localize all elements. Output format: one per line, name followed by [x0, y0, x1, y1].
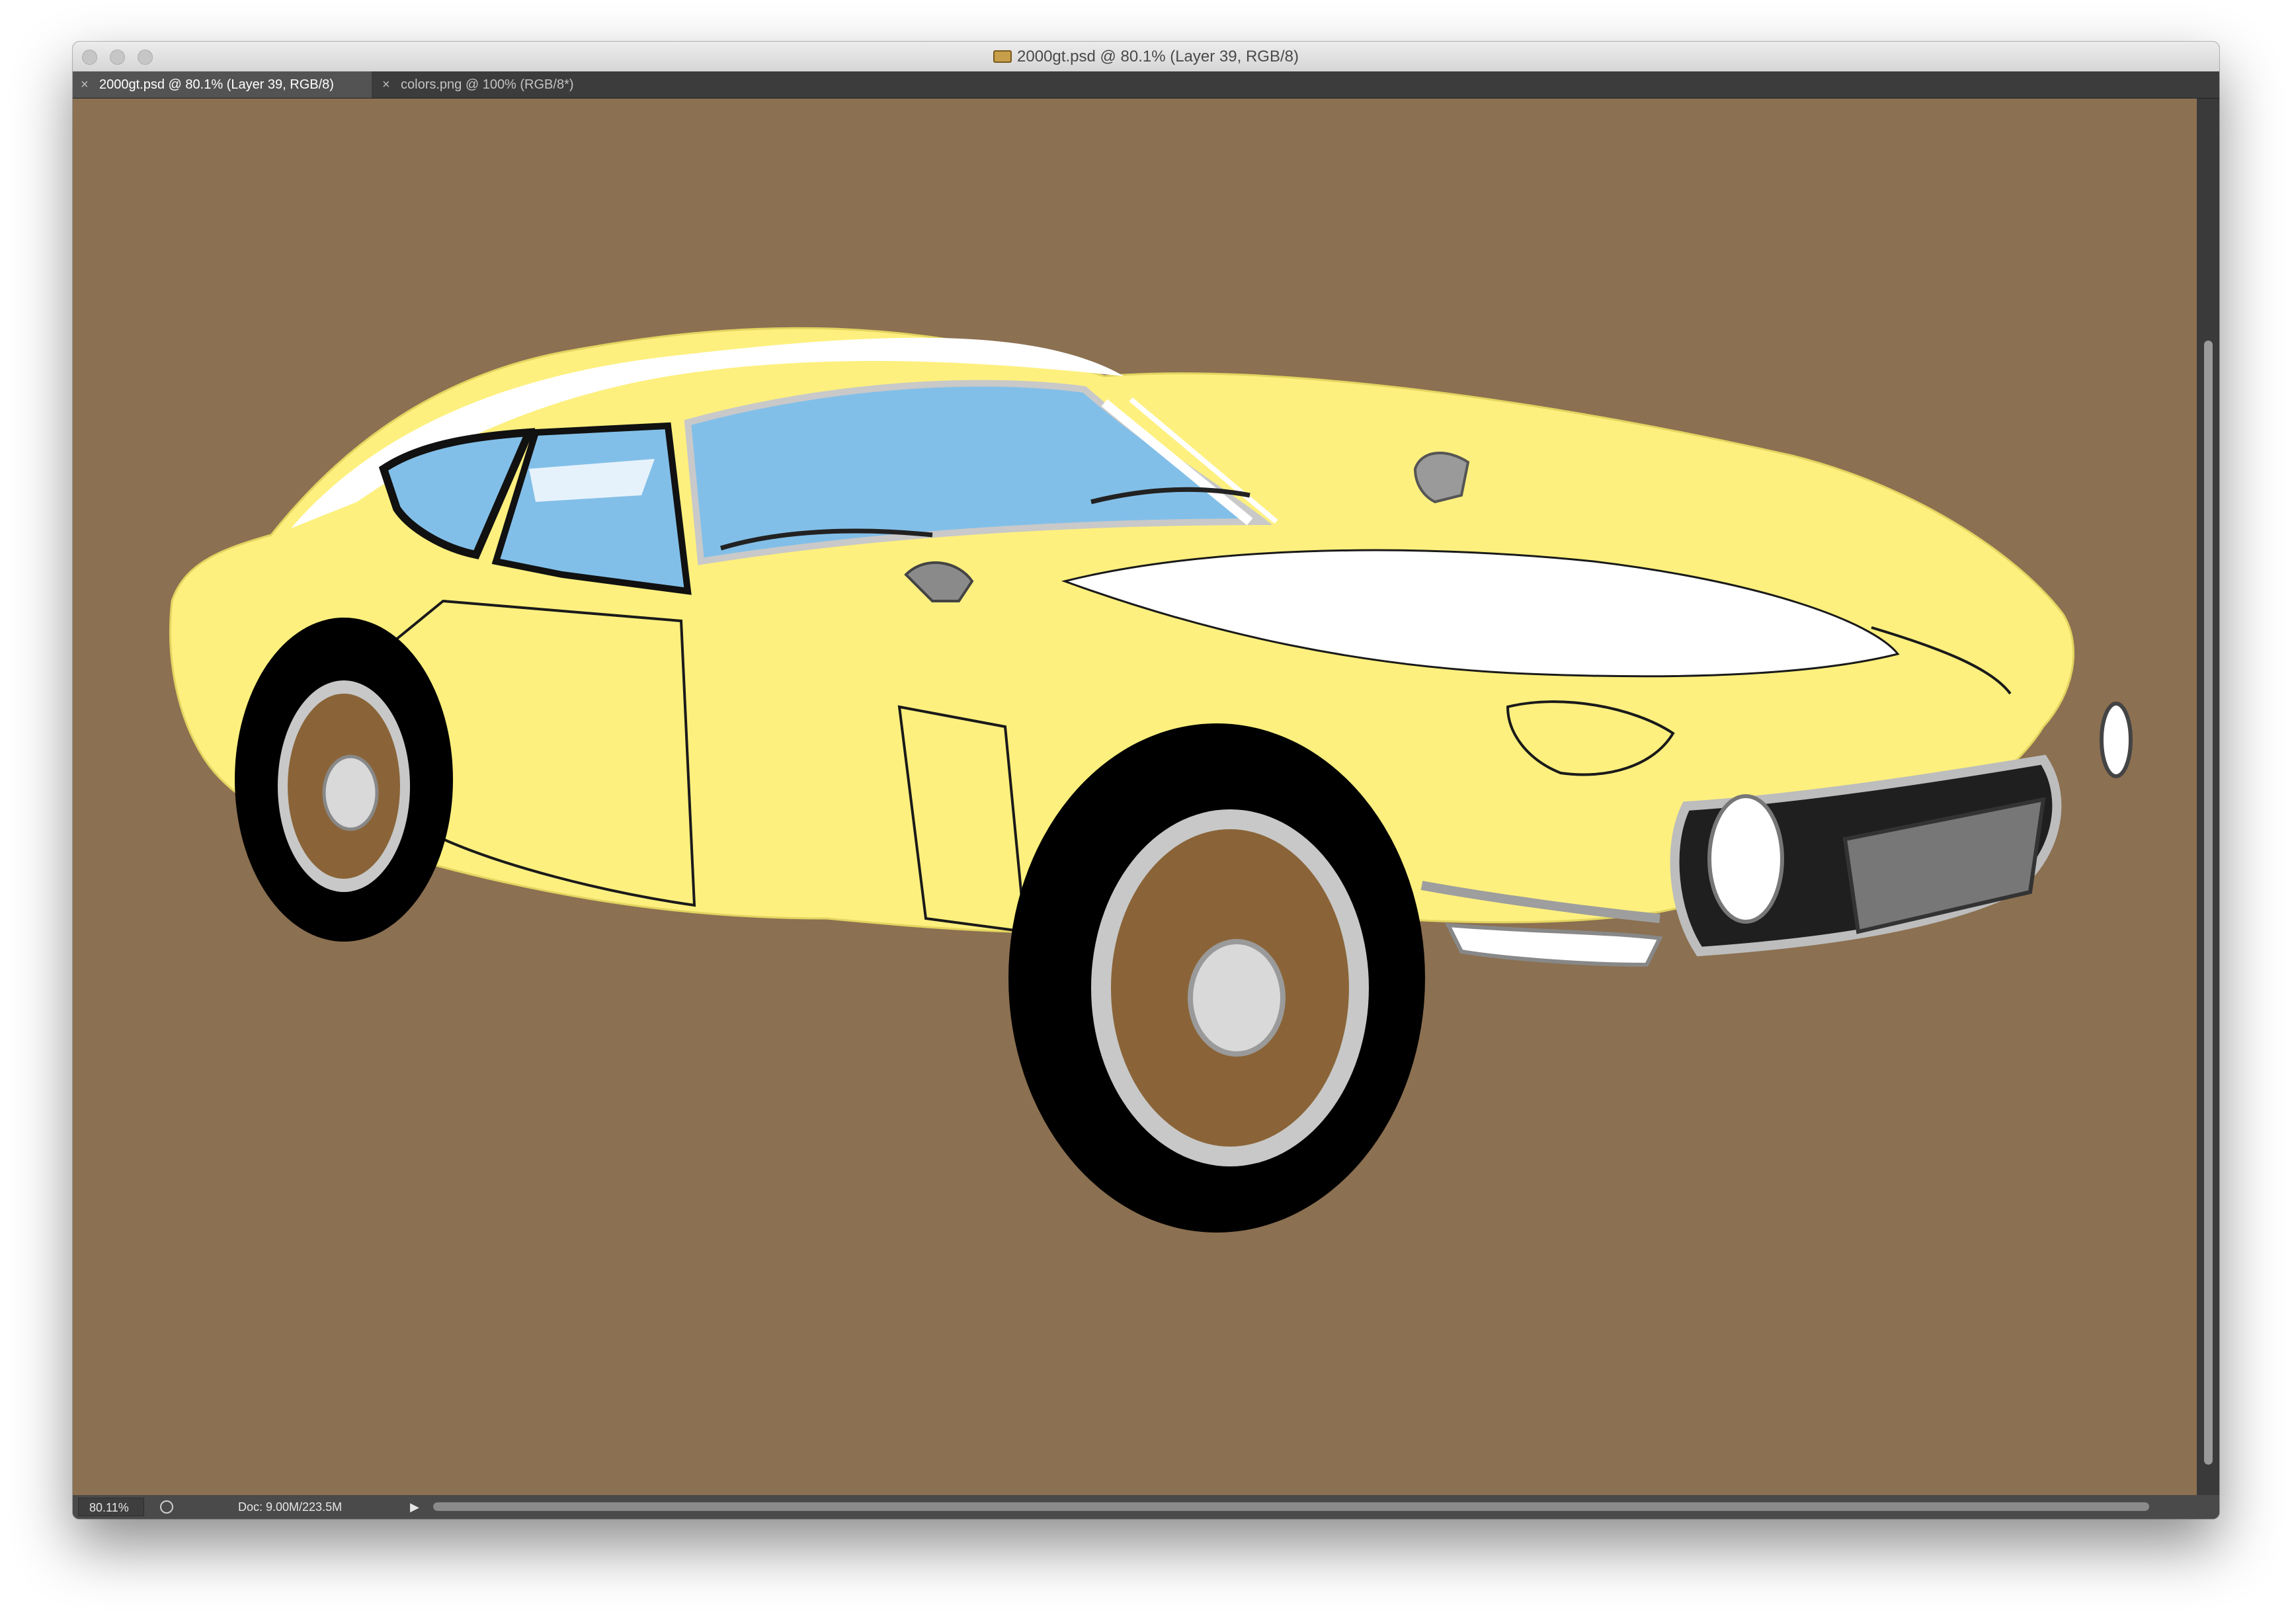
- title-bar[interactable]: 2000gt.psd @ 80.1% (Layer 39, RGB/8): [73, 42, 2219, 72]
- tab-label: 2000gt.psd @ 80.1% (Layer 39, RGB/8): [99, 77, 334, 92]
- document-tab-bar: × 2000gt.psd @ 80.1% (Layer 39, RGB/8) ×…: [73, 71, 2219, 99]
- photoshop-document-window: 2000gt.psd @ 80.1% (Layer 39, RGB/8) × 2…: [73, 42, 2219, 1519]
- vertical-scrollbar[interactable]: [2197, 99, 2219, 1495]
- tab-label: colors.png @ 100% (RGB/8*): [401, 77, 574, 92]
- status-bar: 80.11% Doc: 9.00M/223.5M ▶: [73, 1495, 2219, 1519]
- document-icon: [993, 50, 1012, 63]
- status-menu-arrow-icon[interactable]: ▶: [410, 1495, 419, 1519]
- horizontal-scroll-thumb[interactable]: [433, 1502, 2149, 1511]
- tab-close-icon[interactable]: ×: [81, 71, 89, 98]
- document-canvas[interactable]: [73, 99, 2197, 1495]
- headlight: [1707, 794, 1784, 924]
- car-artwork: [169, 327, 2133, 1233]
- proof-setup-icon[interactable]: [160, 1500, 173, 1514]
- window-title: 2000gt.psd @ 80.1% (Layer 39, RGB/8): [73, 48, 2219, 66]
- front-wheel-center: [1188, 939, 1286, 1057]
- document-size-info: Doc: 9.00M/223.5M: [238, 1500, 343, 1514]
- zoom-level-field[interactable]: 80.11%: [78, 1498, 144, 1516]
- rear-wheel-center: [322, 754, 379, 831]
- window-title-text: 2000gt.psd @ 80.1% (Layer 39, RGB/8): [1017, 48, 1299, 65]
- vertical-scroll-thumb[interactable]: [2204, 341, 2213, 1465]
- tab-close-icon[interactable]: ×: [382, 71, 390, 98]
- fog-light: [1444, 922, 1663, 967]
- tab-2000gt-psd[interactable]: × 2000gt.psd @ 80.1% (Layer 39, RGB/8): [73, 71, 372, 98]
- tab-colors-png[interactable]: × colors.png @ 100% (RGB/8*): [374, 71, 626, 98]
- headlight: [2100, 702, 2133, 778]
